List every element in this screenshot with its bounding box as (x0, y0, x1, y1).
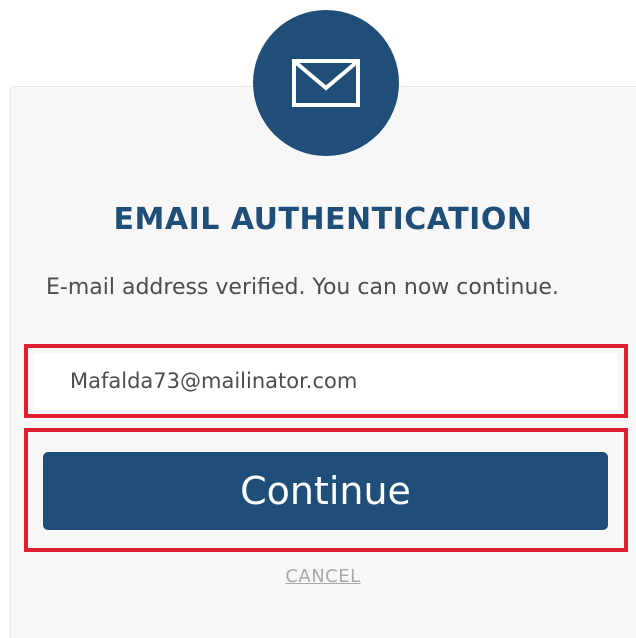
envelope-icon-badge (253, 10, 399, 156)
email-field[interactable] (34, 353, 618, 409)
cancel-link[interactable]: CANCEL (10, 566, 636, 587)
envelope-icon (292, 59, 360, 107)
screen: EMAIL AUTHENTICATION E-mail address veri… (0, 0, 636, 638)
verification-message: E-mail address verified. You can now con… (46, 275, 559, 300)
continue-button[interactable]: Continue (43, 452, 608, 530)
dialog-title: EMAIL AUTHENTICATION (113, 202, 533, 237)
